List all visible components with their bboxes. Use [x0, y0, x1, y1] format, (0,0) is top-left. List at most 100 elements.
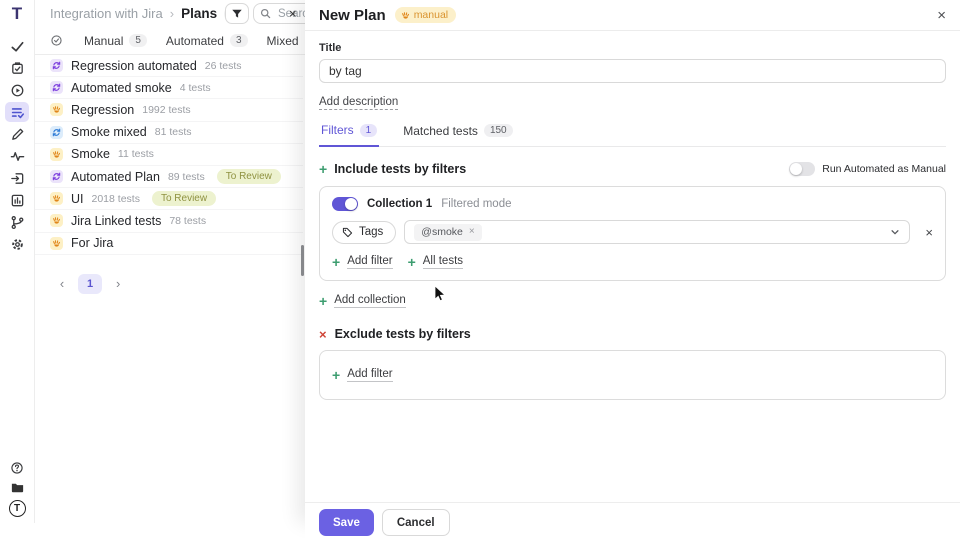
plus-icon: +: [407, 254, 416, 270]
sidebar-item-board[interactable]: [5, 58, 29, 78]
collection-toggle[interactable]: [332, 197, 358, 211]
plan-row[interactable]: Smoke 11 tests: [35, 144, 303, 166]
mixed-plan-icon: [50, 125, 63, 139]
filter-button[interactable]: [225, 3, 249, 24]
sidebar-item-branches[interactable]: [5, 212, 29, 232]
sidebar-item-runs[interactable]: [5, 80, 29, 100]
run-automated-toggle[interactable]: [789, 162, 816, 176]
plan-title-input[interactable]: [319, 59, 946, 83]
plan-title: Smoke: [71, 147, 110, 162]
all-tests-link[interactable]: + All tests: [407, 254, 464, 270]
sidebar-item-editor[interactable]: [5, 124, 29, 144]
remove-collection-icon[interactable]: ×: [925, 226, 933, 239]
add-collection-link[interactable]: + Add collection: [319, 294, 406, 308]
plan-row[interactable]: Automated smoke 4 tests: [35, 77, 303, 100]
manual-plan-icon: [50, 214, 63, 228]
plan-test-count: 78 tests: [169, 214, 207, 227]
automated-plan-icon: [50, 59, 63, 73]
left-sidebar: T T: [0, 0, 35, 523]
chip-remove-icon[interactable]: ×: [469, 227, 475, 237]
plans-list-icon: [10, 105, 25, 120]
tag-icon: [342, 227, 353, 238]
chart-icon: [10, 193, 25, 208]
breadcrumb-separator: ›: [169, 6, 175, 21]
plan-row[interactable]: Automated Plan 89 tests To Review: [35, 166, 303, 189]
plan-test-count: 11 tests: [117, 148, 154, 161]
plan-title: Smoke mixed: [71, 125, 147, 140]
manual-plan-icon: [50, 236, 63, 250]
plan-test-count: 89 tests: [167, 170, 205, 183]
plan-title: For Jira: [71, 236, 114, 251]
page-title: Plans: [181, 6, 218, 21]
sidebar-item-settings[interactable]: [5, 234, 29, 254]
automated-plan-icon: [50, 81, 63, 95]
funnel-icon: [231, 8, 243, 20]
pencil-icon: [10, 127, 25, 142]
manual-hand-icon: [401, 11, 410, 20]
title-field-label: Title: [319, 42, 342, 54]
automated-plan-icon: [50, 170, 63, 184]
exclude-section-label: Exclude tests by filters: [334, 327, 471, 341]
tag-chip: @smoke ×: [414, 223, 482, 241]
mouse-cursor: [434, 285, 447, 303]
plan-row[interactable]: Regression 1992 tests: [35, 99, 303, 122]
panel-title: New Plan: [319, 6, 386, 24]
library-icon[interactable]: [10, 480, 25, 495]
app-logo[interactable]: T: [12, 5, 22, 22]
list-scrollbar-thumb[interactable]: [301, 245, 304, 276]
plus-icon: +: [319, 161, 328, 177]
plan-row[interactable]: Smoke mixed 81 tests: [35, 122, 303, 144]
add-description-link[interactable]: Add description: [319, 96, 399, 110]
sidebar-item-analytics[interactable]: [5, 146, 29, 166]
plan-title: Regression automated: [71, 58, 197, 73]
status-badge: To Review: [151, 191, 217, 207]
collection-card: Collection 1 Filtered mode Tags @smoke ×…: [319, 186, 946, 281]
plan-title: Regression: [71, 102, 135, 117]
tab-automated[interactable]: Automated 3: [166, 34, 248, 48]
sync-check-icon[interactable]: [50, 34, 63, 47]
pagination-page-1[interactable]: 1: [78, 273, 103, 294]
sidebar-item-plans[interactable]: [5, 102, 29, 122]
collection-mode: Filtered mode: [441, 198, 512, 210]
exclude-add-filter-link[interactable]: + Add filter: [332, 368, 933, 382]
branch-icon: [10, 215, 25, 230]
tab-manual[interactable]: Manual 5: [84, 34, 147, 48]
gear-icon: [10, 237, 25, 252]
sidebar-item-check[interactable]: [5, 36, 29, 56]
plan-row[interactable]: UI 2018 tests To Review: [35, 188, 303, 211]
exclude-card: + Add filter: [319, 350, 946, 400]
search-clear-icon[interactable]: ×: [289, 6, 297, 22]
sidebar-item-reports[interactable]: [5, 190, 29, 210]
tab-filters[interactable]: Filters 1: [319, 123, 380, 147]
plan-title: UI: [71, 191, 84, 206]
add-filter-link[interactable]: + Add filter: [332, 255, 393, 269]
plus-icon: +: [332, 254, 341, 270]
plan-row[interactable]: For Jira: [35, 233, 303, 255]
plan-title: Jira Linked tests: [71, 213, 162, 228]
filter-type-button[interactable]: Tags: [332, 220, 397, 244]
accessibility-widget[interactable]: T: [8, 500, 26, 517]
plan-row[interactable]: Jira Linked tests 78 tests: [35, 210, 303, 233]
plan-test-count: 81 tests: [154, 126, 192, 139]
help-icon[interactable]: [10, 461, 24, 475]
sidebar-item-import[interactable]: [5, 168, 29, 188]
plan-title: Automated smoke: [71, 80, 172, 95]
remove-exclude-section-icon[interactable]: ×: [319, 328, 327, 341]
filters-count-badge: 1: [359, 123, 378, 137]
check-icon: [10, 39, 25, 54]
tab-count: 3: [229, 34, 248, 47]
breadcrumb-project[interactable]: Integration with Jira: [50, 6, 163, 21]
clipboard-icon: [10, 61, 25, 76]
pagination-next-icon[interactable]: ›: [111, 276, 125, 291]
plan-title: Automated Plan: [71, 169, 160, 184]
activity-icon: [10, 149, 25, 164]
plus-icon: +: [319, 293, 328, 309]
plans-list: Regression automated 26 tests Automated …: [35, 55, 303, 255]
pagination-prev-icon[interactable]: ‹: [55, 276, 69, 291]
tags-select[interactable]: @smoke ×: [404, 220, 911, 244]
tab-count: 5: [129, 34, 147, 47]
close-icon[interactable]: ×: [937, 8, 946, 23]
tab-matched-tests[interactable]: Matched tests 150: [401, 123, 514, 146]
plan-row[interactable]: Regression automated 26 tests: [35, 55, 303, 78]
panel-tabs: Filters 1 Matched tests 150: [319, 123, 946, 147]
